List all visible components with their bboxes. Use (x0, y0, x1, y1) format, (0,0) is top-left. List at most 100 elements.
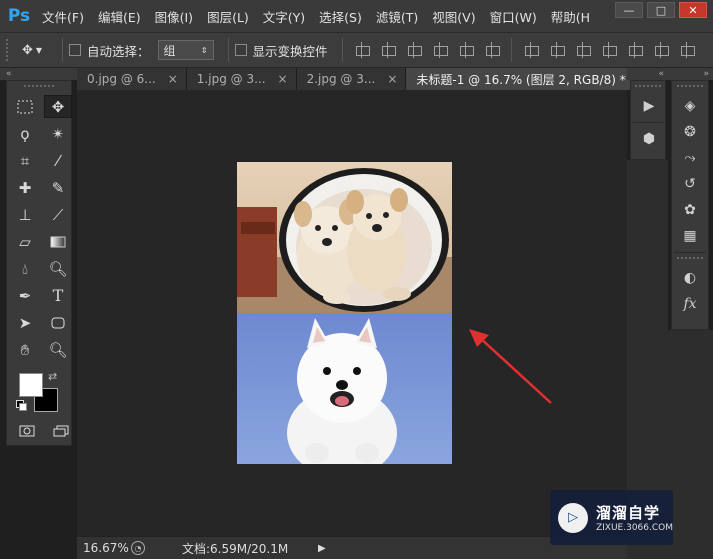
window-controls: — □ ✕ (615, 2, 707, 18)
lasso-tool-icon[interactable]: ϙ (11, 122, 39, 145)
show-transform-label: 显示变换控件 (252, 43, 328, 59)
distribute-hcenter-icon[interactable] (627, 42, 643, 58)
menu-image[interactable]: 图像(I) (148, 0, 200, 33)
close-icon[interactable]: × (168, 72, 178, 86)
eyedropper-icon[interactable]: ⁄ (44, 149, 72, 172)
menu-filter[interactable]: 滤镜(T) (369, 0, 425, 33)
close-button[interactable]: ✕ (679, 2, 707, 18)
minimize-button[interactable]: — (615, 2, 643, 18)
menu-window[interactable]: 窗口(W) (483, 0, 544, 33)
photo-puppies-in-bucket (237, 162, 452, 313)
panel-grip[interactable] (677, 257, 703, 261)
auto-align-icon[interactable] (679, 42, 695, 58)
distribute-top-icon[interactable] (523, 42, 539, 58)
close-icon[interactable]: × (387, 72, 397, 86)
clone-stamp-icon[interactable]: ⊥ (11, 203, 39, 226)
panel-grip[interactable] (677, 85, 703, 89)
auto-select-dropdown[interactable]: 组 ⇕ (157, 40, 214, 60)
align-bottom-icon[interactable] (406, 42, 422, 58)
tab-0-jpg[interactable]: 0.jpg @ 6... × (77, 68, 187, 90)
history-icon[interactable]: ↺ (672, 171, 708, 197)
menu-help[interactable]: 帮助(H (544, 0, 597, 33)
distribute-bottom-icon[interactable] (575, 42, 591, 58)
swap-colors-icon[interactable]: ⇄ (48, 370, 57, 383)
history-brush-icon[interactable]: ⟋ (44, 203, 72, 226)
status-info-icon[interactable]: ◔ (131, 541, 145, 555)
toolbox-grip[interactable] (24, 85, 54, 89)
divider (62, 38, 63, 62)
distribute-vcenter-icon[interactable] (549, 42, 565, 58)
type-tool-icon[interactable]: T (44, 284, 72, 307)
align-hcenter-icon[interactable] (458, 42, 474, 58)
maximize-button[interactable]: □ (647, 2, 675, 18)
watermark-url: ZIXUE.3066.COM (595, 523, 673, 533)
move-tool-preset[interactable]: ✥ ▼ (22, 39, 56, 61)
healing-brush-icon[interactable]: ✚ (11, 176, 39, 199)
foreground-color[interactable] (19, 373, 43, 397)
tab-1-jpg[interactable]: 1.jpg @ 3... × (186, 68, 297, 90)
marquee-tool-icon[interactable] (11, 95, 39, 118)
menu-view[interactable]: 视图(V) (425, 0, 482, 33)
paths-icon[interactable]: ⤳ (672, 145, 708, 171)
document-size: 文档:6.59M/20.1M (182, 541, 289, 556)
menu-layer[interactable]: 图层(L) (200, 0, 256, 33)
info-3d-icon[interactable]: ⬢ (631, 126, 667, 152)
app-logo: Ps (7, 6, 31, 26)
quick-mask-icon[interactable] (17, 419, 37, 442)
distribute-left-icon[interactable] (601, 42, 617, 58)
adjustments-icon[interactable]: ◐ (672, 265, 708, 291)
menu-select[interactable]: 选择(S) (312, 0, 369, 33)
align-right-icon[interactable] (484, 42, 500, 58)
magic-wand-icon[interactable]: ✴ (44, 122, 72, 145)
tab-2-jpg[interactable]: 2.jpg @ 3... × (296, 68, 407, 90)
zoom-tool-icon[interactable]: 🔍︎ (44, 338, 72, 361)
tab-untitled-1[interactable]: 未标题-1 @ 16.7% (图层 2, RGB/8) * × (406, 68, 657, 90)
close-icon[interactable]: × (278, 72, 288, 86)
eraser-icon[interactable]: ▱ (11, 230, 39, 253)
divider (341, 38, 343, 62)
blur-tool-icon[interactable]: 💧︎ (11, 257, 39, 280)
crop-tool-icon[interactable]: ⌗ (11, 149, 39, 172)
hand-tool-icon[interactable]: ✋︎ (11, 338, 39, 361)
actions-play-icon[interactable]: ▶ (631, 93, 667, 119)
document-canvas[interactable] (237, 162, 452, 464)
tab-label: 0.jpg @ 6... (87, 72, 156, 86)
dodge-tool-icon[interactable]: 🔍︎ (44, 257, 72, 280)
panel-collapse-left[interactable]: « (627, 68, 668, 80)
shape-tool-icon[interactable] (44, 311, 72, 334)
gradient-tool-icon[interactable] (44, 230, 72, 253)
distribute-right-icon[interactable] (653, 42, 669, 58)
auto-select-checkbox[interactable] (69, 44, 81, 56)
pen-tool-icon[interactable]: ✒ (11, 284, 39, 307)
layers-icon[interactable]: ◈ (672, 93, 708, 119)
align-top-icon[interactable] (354, 42, 370, 58)
swatches-icon[interactable]: ▦ (672, 223, 708, 249)
align-vcenter-icon[interactable] (380, 42, 396, 58)
panel-collapse-right[interactable]: » (668, 68, 713, 80)
panel-grip[interactable] (635, 85, 661, 89)
tab-label: 1.jpg @ 3... (196, 72, 266, 86)
collapsed-panel-group-2: ◈ ❂ ⤳ ↺ ✿ ▦ ◐ fx (671, 80, 709, 330)
show-transform-checkbox[interactable] (234, 44, 247, 56)
zoom-level[interactable]: 16.67% (77, 541, 129, 555)
status-menu-arrow-icon[interactable]: ▶ (318, 543, 326, 554)
screen-mode-icon[interactable] (51, 419, 71, 442)
channels-icon[interactable]: ❂ (672, 119, 708, 145)
menu-type[interactable]: 文字(Y) (256, 0, 312, 33)
default-colors-icon[interactable] (16, 400, 27, 411)
menu-file[interactable]: 文件(F) (35, 0, 91, 33)
brush-tool-icon[interactable]: ✎ (44, 176, 72, 199)
canvas-area[interactable] (77, 90, 627, 536)
styles-fx-icon[interactable]: fx (672, 291, 708, 317)
options-grip[interactable] (6, 39, 12, 61)
move-tool-icon[interactable]: ✥ (44, 95, 72, 118)
auto-select-value: 组 (163, 43, 176, 58)
color-palette-icon[interactable]: ✿ (672, 197, 708, 223)
red-arrow-annotation (469, 329, 552, 404)
toolbox-collapse[interactable]: « (0, 68, 77, 80)
align-left-icon[interactable] (432, 42, 448, 58)
menu-edit[interactable]: 编辑(E) (91, 0, 148, 33)
path-select-icon[interactable]: ➤ (11, 311, 39, 334)
divider (633, 122, 663, 123)
photo-white-spitz (237, 313, 452, 464)
